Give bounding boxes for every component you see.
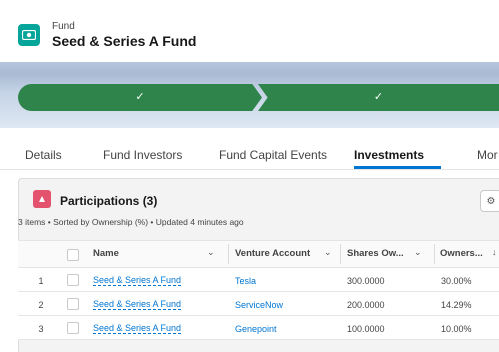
- chevron-down-icon[interactable]: ⌄: [414, 247, 422, 258]
- column-divider: [340, 244, 341, 264]
- chevron-down-icon[interactable]: ⌄: [324, 247, 332, 258]
- venture-account-link[interactable]: Tesla: [235, 276, 256, 286]
- record-title: Seed & Series A Fund: [52, 33, 197, 49]
- shares-owned-value: 200.0000: [347, 300, 385, 310]
- path-stage-1[interactable]: ✓: [18, 84, 262, 111]
- active-tab-indicator: [354, 166, 441, 169]
- participation-name-link[interactable]: Seed & Series A Fund: [93, 299, 182, 310]
- row-checkbox[interactable]: [67, 274, 79, 286]
- tab-details[interactable]: Details: [25, 148, 62, 162]
- column-header-ownership[interactable]: Owners...: [440, 248, 483, 259]
- sort-arrow-icon[interactable]: ↓: [492, 247, 497, 257]
- tab-fund-capital-events[interactable]: Fund Capital Events: [219, 148, 327, 162]
- row-checkbox[interactable]: [67, 298, 79, 310]
- check-icon: ✓: [135, 91, 145, 103]
- chevron-down-icon[interactable]: ⌄: [207, 247, 215, 258]
- table-row: [18, 268, 499, 292]
- venture-account-link[interactable]: ServiceNow: [235, 300, 283, 310]
- tab-more[interactable]: Mor: [477, 148, 498, 162]
- column-header-shares-owned[interactable]: Shares Ow...: [347, 248, 404, 259]
- participations-icon: [33, 190, 51, 208]
- tab-fund-investors[interactable]: Fund Investors: [103, 148, 182, 162]
- row-checkbox[interactable]: [67, 322, 79, 334]
- row-number: 3: [38, 324, 44, 334]
- row-number: 1: [38, 276, 44, 286]
- participation-name-link[interactable]: Seed & Series A Fund: [93, 275, 182, 286]
- ownership-value: 30.00%: [441, 276, 472, 286]
- ownership-value: 14.29%: [441, 300, 472, 310]
- venture-account-link[interactable]: Genepoint: [235, 324, 277, 334]
- column-header-venture-account[interactable]: Venture Account: [235, 248, 310, 259]
- select-all-checkbox[interactable]: [67, 249, 79, 261]
- gear-icon[interactable]: ⚙: [480, 190, 499, 212]
- column-divider: [434, 244, 435, 264]
- ownership-value: 10.00%: [441, 324, 472, 334]
- fund-record-icon: [18, 24, 40, 46]
- row-number: 2: [38, 300, 44, 310]
- record-object-type: Fund: [52, 21, 75, 32]
- shares-owned-value: 100.0000: [347, 324, 385, 334]
- record-header: Fund Seed & Series A Fund: [0, 0, 499, 62]
- check-icon: ✓: [373, 91, 384, 103]
- path-stage-2[interactable]: ✓: [258, 84, 499, 111]
- column-divider: [228, 244, 229, 264]
- related-list-meta: 3 items • Sorted by Ownership (%) • Upda…: [18, 217, 244, 227]
- shares-owned-value: 300.0000: [347, 276, 385, 286]
- column-header-name[interactable]: Name: [93, 248, 119, 259]
- related-list-title[interactable]: Participations (3): [60, 194, 157, 208]
- tab-investments[interactable]: Investments: [354, 148, 424, 162]
- participation-name-link[interactable]: Seed & Series A Fund: [93, 323, 182, 334]
